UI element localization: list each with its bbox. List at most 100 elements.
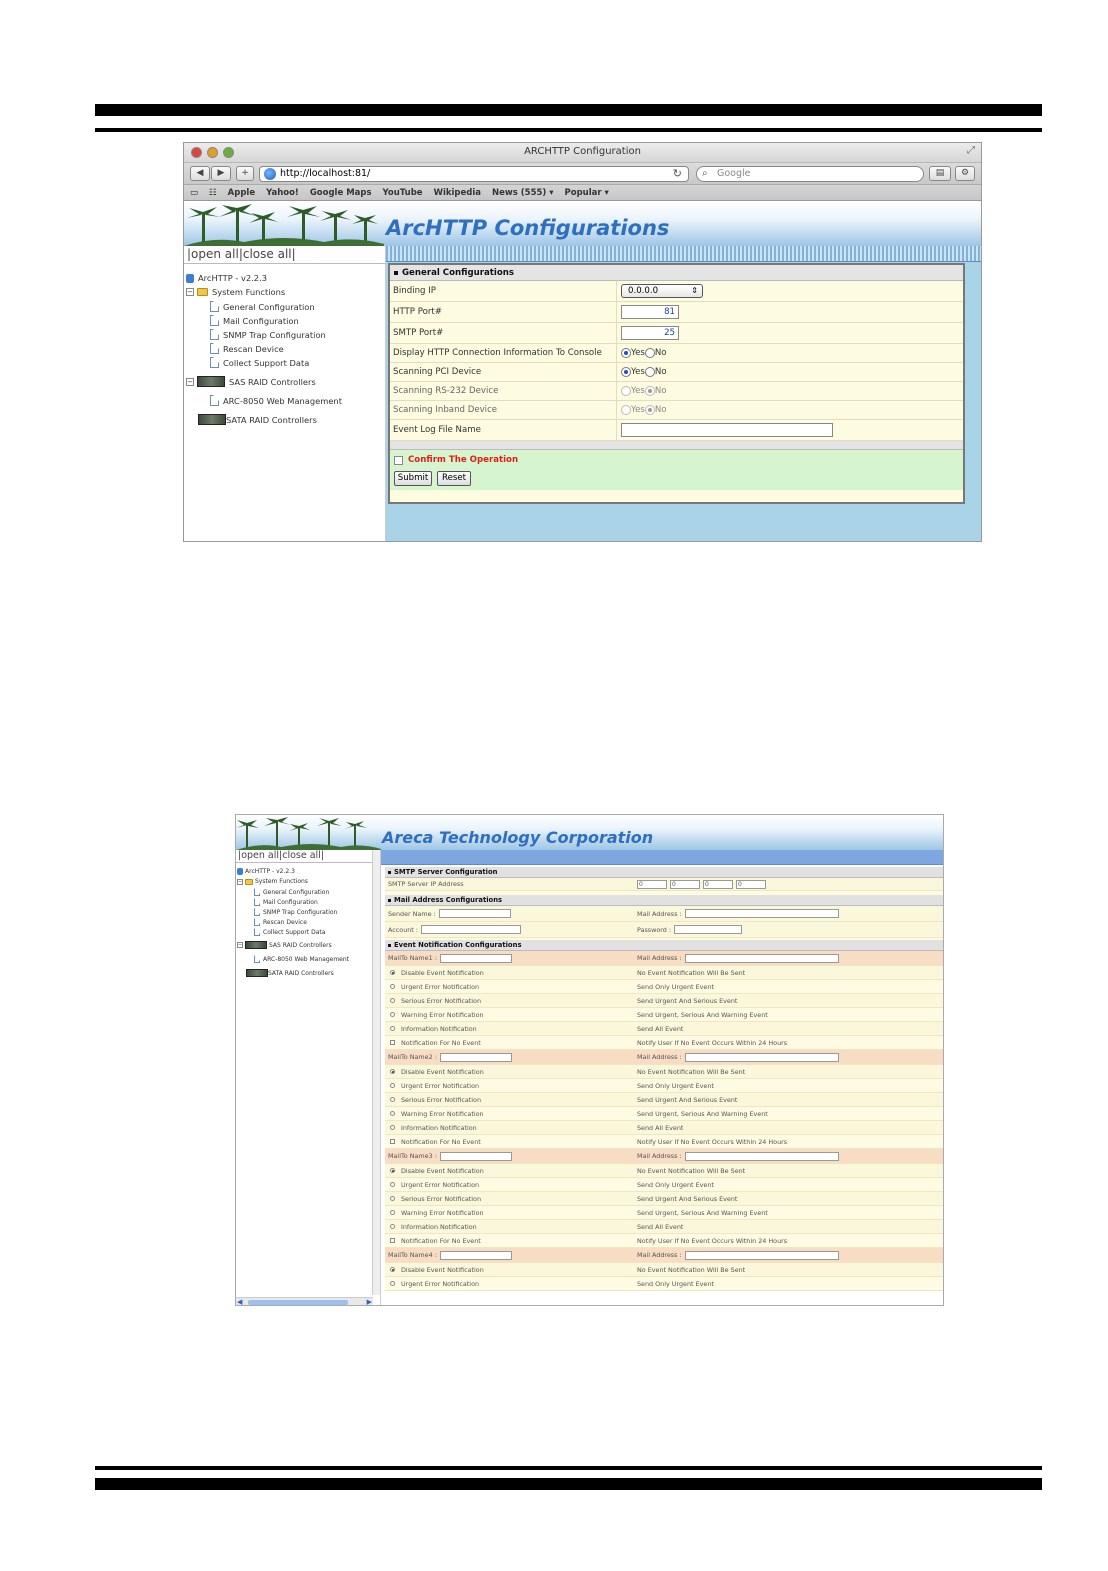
bookmark-google-maps[interactable]: Google Maps (310, 188, 372, 198)
tree-item-general-configuration[interactable]: General Configuration (210, 301, 315, 312)
reading-list-button[interactable]: ▤ (929, 166, 951, 181)
notification-level-radio[interactable] (390, 1281, 395, 1286)
tree-root[interactable]: ArcHTTP - v2.2.3 (237, 868, 295, 875)
smtp-ip-octet-2[interactable]: 0 (670, 879, 700, 889)
tree-item-general-configuration[interactable]: General Configuration (254, 888, 329, 896)
smtp-ip-octet-4[interactable]: 0 (736, 879, 766, 889)
reset-button[interactable]: Reset (437, 471, 471, 486)
event-log-input[interactable] (621, 423, 833, 437)
collapse-icon[interactable]: − (237, 878, 243, 885)
mailto-address-input[interactable] (684, 1250, 839, 1260)
notification-level-radio[interactable] (390, 998, 395, 1003)
bookmark-youtube[interactable]: YouTube (383, 188, 423, 198)
password-input[interactable] (674, 925, 743, 934)
notification-level-radio[interactable] (390, 1168, 395, 1173)
tree-item-rescan-device[interactable]: Rescan Device (254, 918, 307, 926)
back-button[interactable]: ◀ (190, 166, 210, 181)
mailto-address-input[interactable] (684, 953, 839, 963)
search-field[interactable]: ⌕ Google (696, 166, 924, 182)
notification-level-radio[interactable] (390, 1196, 395, 1201)
bookmark-yahoo[interactable]: Yahoo! (266, 188, 299, 198)
http-port-input[interactable]: 81 (621, 305, 679, 319)
notification-level-radio[interactable] (390, 1097, 395, 1102)
bookmark-news[interactable]: News (555) ▾ (492, 188, 554, 198)
tree-item-rescan-device[interactable]: Rescan Device (210, 343, 284, 354)
reload-icon[interactable]: ↻ (673, 167, 682, 181)
mailto-name-input[interactable] (439, 1052, 512, 1062)
mailto-address-input[interactable] (684, 1052, 839, 1062)
tree-item-arc8050-web-management[interactable]: ARC-8050 Web Management (210, 395, 342, 406)
add-bookmark-button[interactable]: + (236, 166, 254, 181)
sender-name-input[interactable] (438, 909, 511, 918)
scan-pci-yes-radio[interactable] (621, 367, 631, 377)
collapse-icon[interactable]: − (186, 288, 194, 296)
smtp-ip-octet-1[interactable]: 0 (637, 879, 667, 889)
notification-level-radio[interactable] (390, 1224, 395, 1229)
sender-mail-address-input[interactable] (684, 909, 839, 918)
confirm-checkbox[interactable] (394, 455, 403, 465)
tree-item-arc8050-web-management[interactable]: ARC-8050 Web Management (254, 955, 349, 963)
mailto-address-input[interactable] (684, 1151, 839, 1161)
bookmark-wikipedia[interactable]: Wikipedia (434, 188, 481, 198)
notification-level-radio[interactable] (390, 984, 395, 989)
tree-sata-controllers[interactable]: SATA RAID Controllers (198, 414, 317, 425)
notify-no-event-checkbox[interactable] (390, 1040, 395, 1045)
notification-level-radio[interactable] (390, 970, 395, 975)
tree-horizontal-scrollbar[interactable]: ◀ ▶ (236, 1297, 373, 1305)
smtp-port-input[interactable]: 25 (621, 326, 679, 340)
open-close-all-links[interactable]: |open all|close all| (236, 850, 380, 863)
notify-no-event-checkbox[interactable] (390, 1139, 395, 1144)
notification-level-radio[interactable] (390, 1267, 395, 1272)
display-http-yes-radio[interactable] (621, 348, 631, 358)
tree-item-mail-configuration[interactable]: Mail Configuration (254, 898, 318, 906)
brand-title: ArcHTTP Configurations (386, 216, 670, 240)
binding-ip-select[interactable]: 0.0.0.0 ⇕ (621, 284, 703, 298)
notification-level-radio[interactable] (390, 1125, 395, 1130)
open-close-all-links[interactable]: |open all|close all| (184, 246, 385, 264)
notification-level-radio[interactable] (390, 1083, 395, 1088)
scan-inband-no-radio (644, 405, 655, 415)
notify-no-event-checkbox[interactable] (390, 1238, 395, 1243)
tree-root[interactable]: ArcHTTP - v2.2.3 (186, 273, 267, 283)
grid-icon[interactable]: ☷ (209, 188, 217, 198)
scroll-right-icon[interactable]: ▶ (367, 1298, 372, 1305)
scroll-left-icon[interactable]: ◀ (237, 1298, 242, 1305)
scan-pci-no-radio[interactable] (644, 367, 655, 377)
mailto-name-input[interactable] (439, 953, 512, 963)
bookmark-apple[interactable]: Apple (228, 188, 255, 198)
forward-button[interactable]: ▶ (211, 166, 231, 181)
scrollbar-thumb[interactable] (248, 1300, 348, 1305)
tree-sata-controllers[interactable]: SATA RAID Controllers (246, 969, 334, 977)
mailto-name-input[interactable] (439, 1151, 512, 1161)
tree-sas-controllers[interactable]: − SAS RAID Controllers (237, 941, 332, 949)
collapse-icon[interactable]: − (186, 377, 194, 386)
tree-system-functions[interactable]: − System Functions (237, 878, 308, 885)
collapse-icon[interactable]: − (237, 942, 243, 948)
notification-level-radio[interactable] (390, 1012, 395, 1017)
tree-item-collect-support-data[interactable]: Collect Support Data (210, 357, 309, 368)
display-http-no-radio[interactable] (644, 348, 655, 358)
notification-level-radio[interactable] (390, 1182, 395, 1187)
banner: ArcHTTP Configurations (184, 202, 981, 246)
notification-level-radio[interactable] (390, 1026, 395, 1031)
notification-level-radio[interactable] (390, 1111, 395, 1116)
tree-item-snmp-trap-configuration[interactable]: SNMP Trap Configuration (210, 329, 326, 340)
mailto-address-label: Mail Address : (637, 1053, 682, 1061)
fullscreen-icon[interactable]: ⤢ (967, 145, 975, 156)
notification-level-radio[interactable] (390, 1069, 395, 1074)
tree-vertical-scrollbar[interactable] (372, 850, 380, 1295)
tree-system-functions[interactable]: − System Functions (186, 287, 285, 297)
mailto-name-input[interactable] (439, 1250, 512, 1260)
bookmarks-icon[interactable]: ▭ (190, 188, 198, 198)
account-input[interactable] (421, 925, 521, 934)
smtp-ip-octet-3[interactable]: 0 (703, 879, 733, 889)
tree-item-collect-support-data[interactable]: Collect Support Data (254, 928, 325, 936)
bookmark-popular[interactable]: Popular ▾ (565, 188, 609, 198)
tree-item-mail-configuration[interactable]: Mail Configuration (210, 315, 299, 326)
address-bar[interactable]: http://localhost:81/ ↻ (259, 166, 689, 182)
settings-button[interactable]: ⚙ (955, 166, 975, 181)
notification-level-radio[interactable] (390, 1210, 395, 1215)
tree-item-snmp-trap-configuration[interactable]: SNMP Trap Configuration (254, 908, 337, 916)
tree-sas-controllers[interactable]: − SAS RAID Controllers (186, 376, 316, 387)
submit-button[interactable]: Submit (394, 471, 432, 486)
